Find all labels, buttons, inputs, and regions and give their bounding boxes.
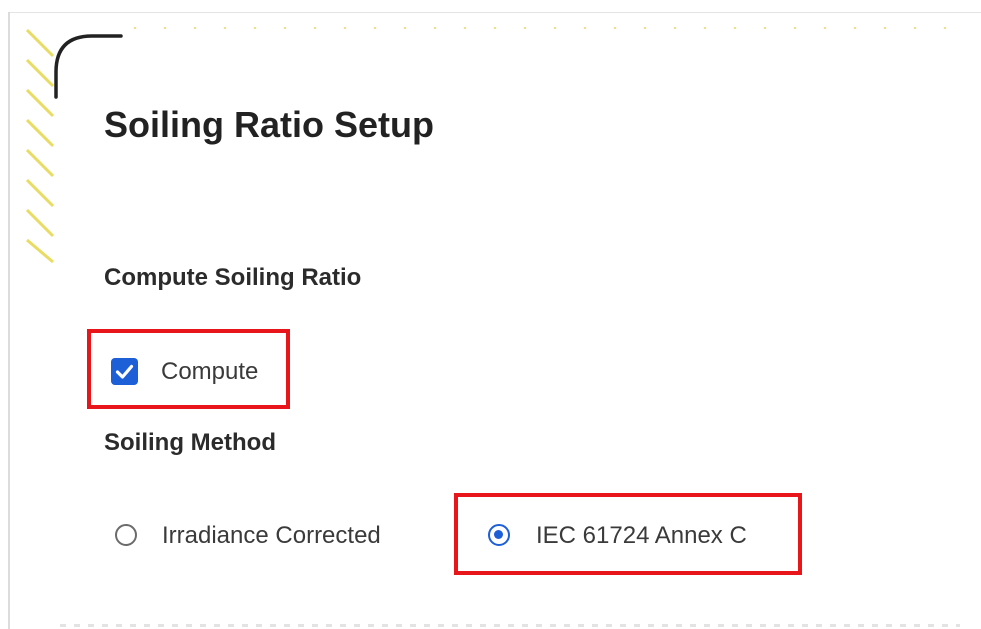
corner-arc-icon [54,34,123,99]
iec-annex-c-radio[interactable] [488,524,510,546]
iec-annex-c-label[interactable]: IEC 61724 Annex C [536,522,747,550]
irradiance-corrected-label[interactable]: Irradiance Corrected [162,522,381,550]
compute-checkbox-label[interactable]: Compute [161,358,258,386]
compute-section-heading: Compute Soiling Ratio [104,264,362,291]
irradiance-corrected-radio[interactable] [115,524,137,546]
setup-panel: Soiling Ratio Setup Compute Soiling Rati… [0,0,981,629]
panel-top-border [8,12,981,13]
compute-checkbox[interactable] [111,358,138,385]
radio-selected-dot [494,530,503,539]
bottom-dotted-divider [60,624,960,627]
diagonal-stripes [25,28,55,264]
dotted-divider [120,27,970,29]
checkmark-icon [115,364,134,379]
page-title: Soiling Ratio Setup [104,104,434,145]
soiling-method-heading: Soiling Method [104,429,276,456]
